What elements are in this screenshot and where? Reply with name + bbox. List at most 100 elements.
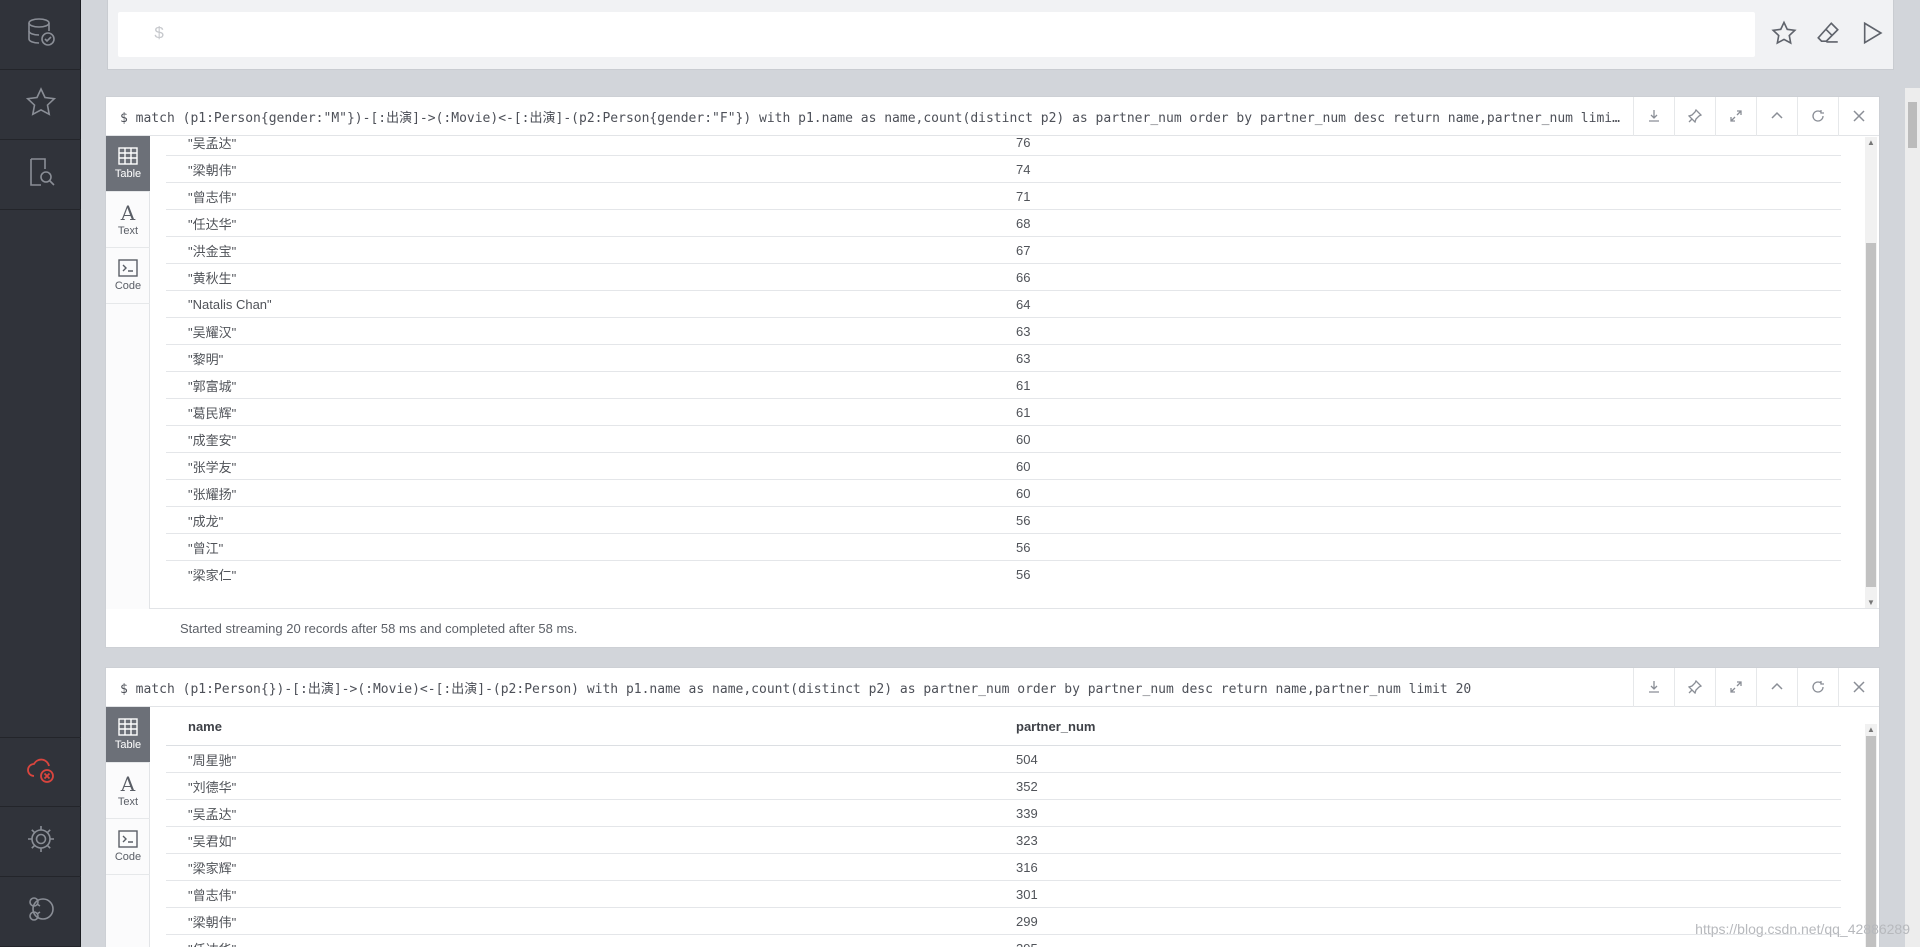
fullscreen-button[interactable] (1715, 667, 1756, 707)
cell-partner-num: 61 (1016, 404, 1031, 420)
frame-scrollbar[interactable]: ▲ ▼ (1865, 137, 1877, 609)
cell-partner-num: 60 (1016, 485, 1031, 501)
database-button[interactable] (0, 0, 81, 70)
scroll-up-arrow[interactable]: ▲ (1865, 724, 1877, 736)
download-icon (1649, 681, 1659, 693)
frame-scrollbar[interactable]: ▲ (1865, 724, 1877, 947)
table-row: "曾志伟" 301 (166, 881, 1841, 908)
pin-button[interactable] (1674, 667, 1715, 707)
table-body: "周星驰" 504 "刘德华" 352 "吴孟达" 339 "吴君如" 323 "梁家辉" 316… (166, 746, 1841, 947)
favorite-query-button[interactable] (1769, 18, 1799, 48)
database-icon (25, 16, 57, 53)
star-icon (25, 86, 57, 123)
table-row: "葛民辉" 61 (166, 399, 1841, 426)
table-row: "成龙" 56 (166, 507, 1841, 534)
table-row: "梁朝伟" 299 (166, 908, 1841, 935)
table-row: "Natalis Chan" 64 (166, 291, 1841, 318)
table-row: "任达华" 68 (166, 210, 1841, 237)
text-icon: A (120, 771, 136, 796)
tab-text[interactable]: A Text (106, 763, 150, 819)
tab-text[interactable]: A Text (106, 192, 150, 248)
cell-name: "葛民辉" (188, 405, 237, 421)
run-query-button[interactable] (1857, 18, 1887, 48)
tab-table[interactable]: Table (106, 707, 150, 763)
close-frame-button[interactable] (1838, 667, 1879, 707)
connection-status-button[interactable] (0, 737, 81, 807)
pin-icon (1688, 109, 1702, 123)
page-scroll-thumb[interactable] (1908, 102, 1917, 148)
clear-query-button[interactable] (1813, 18, 1843, 48)
cell-partner-num: 316 (1016, 859, 1038, 875)
cell-partner-num: 61 (1016, 377, 1031, 393)
cell-name: "任达华" (188, 216, 237, 232)
cell-partner-num: 63 (1016, 350, 1031, 366)
cell-name: "成龙" (188, 513, 224, 529)
table-row: "曾志伟" 71 (166, 183, 1841, 210)
tab-label: Table (114, 168, 142, 180)
table-row: "吴孟达" 76 (166, 129, 1841, 156)
close-frame-button[interactable] (1838, 96, 1879, 136)
table-row: "黎明" 63 (166, 345, 1841, 372)
sidebar (0, 0, 81, 947)
tab-label: Code (114, 280, 142, 292)
status-bar: Started streaming 20 records after 58 ms… (150, 608, 1879, 647)
frame-query[interactable]: $ match (p1:Person{gender:"M"})-[:出演]->(… (106, 107, 1633, 126)
code-icon (118, 259, 138, 277)
refresh-icon (1812, 681, 1824, 693)
cloud-disconnected-icon (25, 754, 57, 791)
cell-partner-num: 295 (1016, 941, 1038, 947)
cell-partner-num: 66 (1016, 269, 1031, 285)
cell-partner-num: 60 (1016, 458, 1031, 474)
cell-partner-num: 56 (1016, 566, 1031, 582)
scroll-thumb[interactable] (1866, 243, 1876, 587)
rerun-button[interactable] (1797, 667, 1838, 707)
documents-button[interactable] (0, 140, 81, 210)
result-table: "吴孟达" 76 "梁朝伟" 74 "曾志伟" 71 "任达华" 68 "洪金宝" 67 "黄秋生"… (166, 129, 1841, 584)
frame-query[interactable]: $ match (p1:Person{})-[:出演]->(:Movie)<-[… (106, 678, 1633, 697)
download-button[interactable] (1633, 667, 1674, 707)
favorites-button[interactable] (0, 70, 81, 140)
page-scrollbar[interactable] (1905, 88, 1920, 947)
settings-button[interactable] (0, 807, 81, 877)
cell-name: "曾志伟" (188, 189, 237, 205)
cell-partner-num: 64 (1016, 296, 1031, 312)
cell-name: "曾志伟" (188, 887, 237, 903)
table-row: "张耀扬" 60 (166, 480, 1841, 507)
search-document-icon (25, 156, 57, 193)
tab-table[interactable]: Table (106, 136, 150, 192)
cell-name: "成奎安" (188, 432, 237, 448)
tab-code[interactable]: Code (106, 248, 150, 304)
column-header-partner-num[interactable]: partner_num (1016, 719, 1095, 734)
table-row: "梁朝伟" 74 (166, 156, 1841, 183)
frame-controls (1633, 667, 1879, 707)
table-row: "郭富城" 61 (166, 372, 1841, 399)
about-button[interactable] (0, 877, 81, 947)
table-row: "任达华"295 (166, 935, 1841, 947)
cell-partner-num: 301 (1016, 886, 1038, 902)
scroll-thumb[interactable] (1866, 736, 1876, 947)
tab-label: Text (117, 224, 139, 237)
query-input[interactable]: $ (118, 12, 1755, 57)
cell-name: "吴耀汉" (188, 324, 237, 340)
table-row: "吴君如" 323 (166, 827, 1841, 854)
cell-name: "周星驰" (188, 752, 237, 768)
table-row: "曾江" 56 (166, 534, 1841, 561)
pin-icon (1688, 680, 1702, 694)
cell-partner-num: 56 (1016, 512, 1031, 528)
tab-code[interactable]: Code (106, 819, 150, 875)
tab-label: Table (114, 739, 142, 751)
collapse-button[interactable] (1756, 667, 1797, 707)
scroll-up-arrow[interactable]: ▲ (1865, 137, 1877, 149)
code-icon (118, 830, 138, 848)
frame-header: $ match (p1:Person{})-[:出演]->(:Movie)<-[… (106, 667, 1879, 707)
table-row: "周星驰" 504 (166, 746, 1841, 773)
cell-partner-num: 71 (1016, 188, 1031, 204)
column-header-name[interactable]: name (166, 719, 1016, 734)
cell-partner-num: 299 (1016, 913, 1038, 929)
cell-name: "黄秋生" (188, 270, 237, 286)
cell-partner-num: 339 (1016, 805, 1038, 821)
table-row: "张学友" 60 (166, 453, 1841, 480)
neo4j-icon (25, 893, 57, 930)
play-icon (1863, 21, 1883, 45)
table-icon (118, 718, 138, 736)
